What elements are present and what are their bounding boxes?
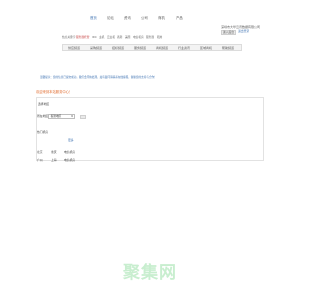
region-select[interactable]: 香港地区 ▼ <box>48 114 75 119</box>
channel-tab[interactable]: 招标频道 <box>112 46 124 50</box>
channel-tab[interactable]: 供应频道 <box>68 46 80 50</box>
panel-section-label: 选择地区 <box>38 102 50 106</box>
channel-nav: 供应频道 采购频道 招标频道 服务频道 商机频道 行业资讯 区域商机 帮助频道 <box>62 44 242 51</box>
region-select-value: 香港地区 <box>50 114 62 119</box>
popular-list-label: 热门机房 <box>37 130 49 134</box>
hot-keywords-label: 热点关键字 <box>62 35 76 39</box>
top-nav-home[interactable]: 首页 <box>90 16 97 20</box>
greeting-title: 欢迎来到本站服务中心！ <box>36 90 73 94</box>
list-cell[interactable]: 重庆 <box>51 151 57 154</box>
enter-backend-button[interactable]: 进入后台 <box>221 30 236 35</box>
keyword-link[interactable]: 香港 <box>117 36 122 39</box>
keyword-link[interactable]: 美国 <box>125 36 130 39</box>
keyword-link[interactable]: 服务器 <box>146 36 154 39</box>
top-nav-company[interactable]: 公司 <box>141 16 148 20</box>
channel-tab[interactable]: 区域商机 <box>200 46 212 50</box>
logo-text: 聚集网 <box>123 262 177 283</box>
keyword-link[interactable]: IDC <box>92 36 97 39</box>
list-cell[interactable]: 电信机房 <box>64 151 75 154</box>
keyword-link[interactable]: 云主机 <box>107 36 115 39</box>
keyword-link[interactable]: 租用 <box>157 36 162 39</box>
list-cell[interactable]: 上海 <box>51 159 57 162</box>
chevron-down-icon: ▼ <box>71 115 73 118</box>
keyword-link[interactable]: 电信机房 <box>133 36 144 39</box>
keyword-link[interactable]: 服务器托管 <box>76 36 89 39</box>
list-cell[interactable]: 电信机房 <box>64 159 75 162</box>
top-nav-forum[interactable]: 论坛 <box>107 16 114 20</box>
keyword-link[interactable]: 主机 <box>99 36 104 39</box>
more-link[interactable]: 更多 <box>68 139 74 142</box>
list-cell[interactable]: 北京 <box>37 151 43 154</box>
confirm-button[interactable] <box>80 115 86 119</box>
logout-link[interactable]: 退出登录 <box>238 30 249 33</box>
site-logo: 聚集网 <box>118 262 182 284</box>
channel-tab[interactable]: 服务频道 <box>134 46 146 50</box>
top-nav-products[interactable]: 产品 <box>176 16 183 20</box>
list-cell[interactable]: 广州 <box>37 159 43 162</box>
notice-text: 温馨提示：您的信息已提交成功，我们会尽快处理，如有疑问请联系在线客服，谢谢您的支… <box>40 76 157 79</box>
top-nav-news[interactable]: 资讯 <box>124 16 131 20</box>
channel-tab[interactable]: 帮助频道 <box>222 46 234 50</box>
channel-tab[interactable]: 商机频道 <box>156 46 168 50</box>
channel-tab[interactable]: 行业资讯 <box>178 46 190 50</box>
top-nav-business[interactable]: 商机 <box>158 16 165 20</box>
channel-tab[interactable]: 采购频道 <box>90 46 102 50</box>
